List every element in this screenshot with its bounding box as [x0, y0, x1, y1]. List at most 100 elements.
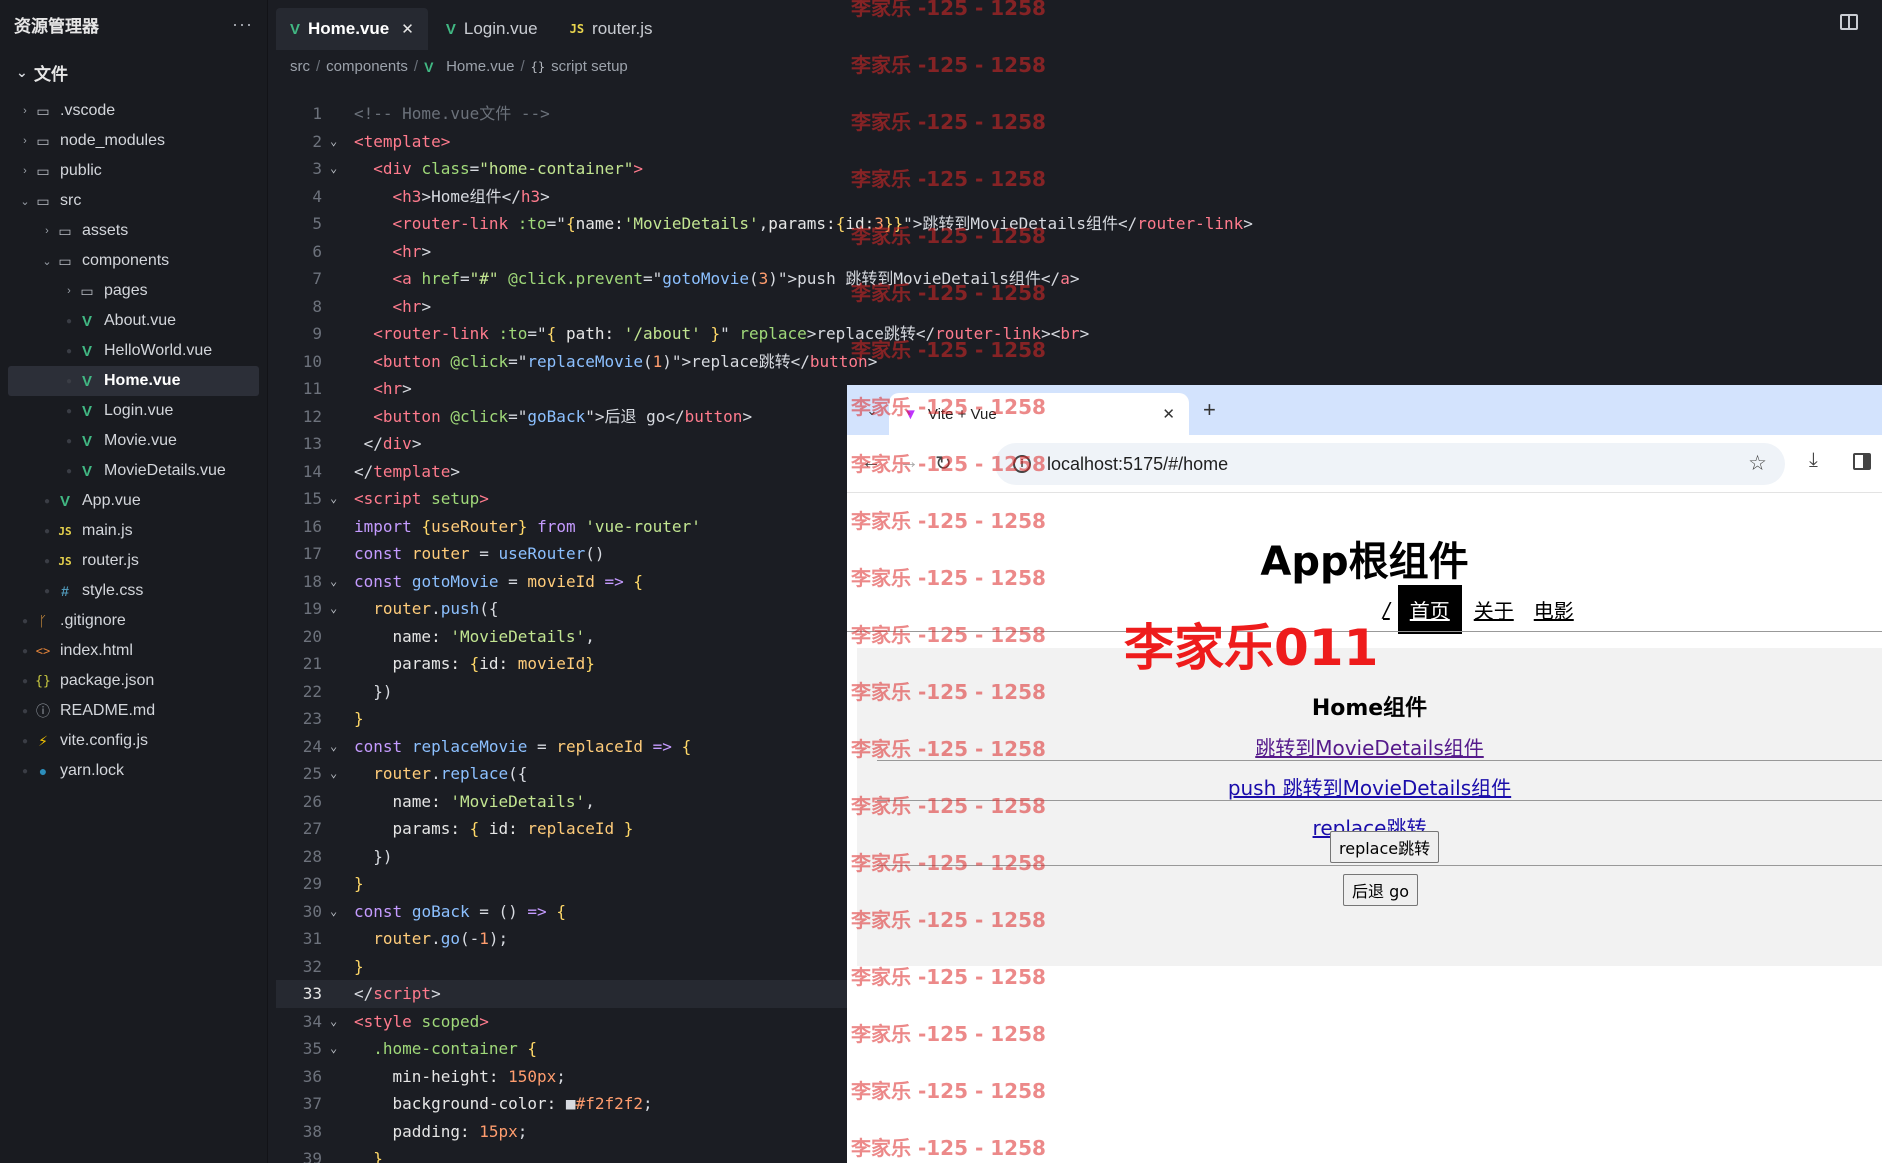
tree-item-public[interactable]: › ▭ public — [0, 156, 267, 186]
reload-icon[interactable]: ↻ — [935, 451, 952, 476]
explorer-title: 资源管理器 — [14, 16, 99, 36]
editor-tab-login-vue[interactable]: V Login.vue — [432, 8, 552, 50]
tree-item-gitignore[interactable]: ● ᚴ .gitignore — [0, 606, 267, 636]
breadcrumb-item[interactable]: Home.vue — [446, 58, 514, 75]
tab-search-icon[interactable]: ⌄ — [857, 397, 887, 425]
tree-item-label: .gitignore — [60, 612, 126, 629]
tab-close-icon[interactable]: ✕ — [401, 20, 414, 38]
tree-item-main-js[interactable]: ● JS main.js — [0, 516, 267, 546]
nav-link-home[interactable]: 首页 — [1397, 585, 1462, 634]
browser-tab-active[interactable]: ▼ Vite + Vue ✕ — [889, 393, 1189, 435]
nav-link-movie[interactable]: 电影 — [1534, 595, 1574, 624]
code-token: button — [809, 351, 868, 371]
tree-item-yarn-lock[interactable]: ● ● yarn.lock — [0, 756, 267, 786]
folder-icon: ▭ — [80, 282, 94, 299]
code-token: " — [720, 324, 740, 343]
code-line[interactable]: 2 ⌄ <template> — [276, 128, 1882, 156]
code-line[interactable]: 6 <hr> — [276, 238, 1882, 266]
tree-item-label: style.css — [82, 582, 144, 599]
tree-item-app-vue[interactable]: ● V App.vue — [0, 486, 267, 516]
code-token: > — [450, 461, 460, 481]
fold-chevron-icon[interactable]: ⌄ — [330, 733, 344, 761]
fold-chevron-icon[interactable]: ⌄ — [330, 128, 344, 156]
code-line[interactable]: 5 <router-link :to="{name:'MovieDetails'… — [276, 210, 1882, 238]
breadcrumb-item[interactable]: src — [290, 58, 310, 75]
side-panel-icon[interactable] — [1853, 453, 1871, 470]
tree-item-moviedetails-vue[interactable]: ● V MovieDetails.vue — [0, 456, 267, 486]
back-arrow-icon[interactable]: ← — [861, 451, 881, 474]
tree-item-style-css[interactable]: ● # style.css — [0, 576, 267, 606]
code-line[interactable]: 3 ⌄ <div class="home-container"> — [276, 155, 1882, 183]
code-line[interactable]: 8 <hr> — [276, 293, 1882, 321]
code-token: import — [354, 516, 412, 536]
code-token: => — [652, 736, 672, 756]
line-number: 14 — [302, 461, 322, 481]
editor-tab-router-js[interactable]: JS router.js — [556, 8, 667, 50]
tree-item-login-vue[interactable]: ● V Login.vue — [0, 396, 267, 426]
link-push-text[interactable]: push 跳转到MovieDetails组件 — [1228, 776, 1511, 800]
tree-item-readme-md[interactable]: ● ⓘ README.md — [0, 696, 267, 726]
tree-indent-dot-icon: ● — [43, 495, 51, 507]
editor-tab-strip: V Home.vue ✕ V Login.vue JS router.js — [276, 0, 1882, 50]
code-token: . — [431, 599, 441, 618]
nav-link-about[interactable]: 关于 — [1474, 595, 1514, 624]
code-token: ); — [488, 929, 509, 948]
fold-chevron-icon[interactable]: ⌄ — [330, 155, 344, 183]
fold-chevron-icon[interactable]: ⌄ — [330, 1035, 344, 1063]
download-icon[interactable]: ⤓ — [1809, 449, 1818, 472]
tree-item-about-vue[interactable]: ● V About.vue — [0, 306, 267, 336]
tree-item-components[interactable]: ⌄ ▭ components — [0, 246, 267, 276]
code-line[interactable]: 4 <h3>Home组件</h3> — [276, 183, 1882, 211]
more-actions-icon[interactable]: ··· — [232, 14, 253, 35]
link-movie-details-text[interactable]: 跳转到MovieDetails组件 — [1255, 736, 1484, 760]
code-line[interactable]: 10 <button @click="replaceMovie(1)">repl… — [276, 348, 1882, 376]
breadcrumb-item[interactable]: script setup — [551, 58, 628, 75]
bookmark-star-icon[interactable]: ☆ — [1748, 451, 1767, 476]
tree-item-movie-vue[interactable]: ● V Movie.vue — [0, 426, 267, 456]
fold-chevron-icon[interactable]: ⌄ — [330, 568, 344, 596]
breadcrumb-separator: / — [316, 58, 321, 75]
tree-item-pages[interactable]: › ▭ pages — [0, 276, 267, 306]
go-back-button[interactable]: 后退 go — [1343, 874, 1419, 906]
workspace-section-label: 文件 — [34, 64, 68, 84]
address-bar[interactable]: i localhost:5175/#/home ☆ — [995, 443, 1785, 485]
editor-tab-home-vue[interactable]: V Home.vue ✕ — [276, 8, 428, 50]
tree-item-vite-config-js[interactable]: ● ⚡ vite.config.js — [0, 726, 267, 756]
split-editor-icon[interactable] — [1840, 14, 1858, 30]
tree-item-assets[interactable]: › ▭ assets — [0, 216, 267, 246]
tree-item-src[interactable]: ⌄ ▭ src — [0, 186, 267, 216]
new-tab-button[interactable]: + — [1203, 397, 1216, 423]
fold-chevron-icon[interactable]: ⌄ — [330, 595, 344, 623]
nav-link-root[interactable]: / — [1383, 598, 1390, 622]
tree-item-helloworld-vue[interactable]: ● V HelloWorld.vue — [0, 336, 267, 366]
breadcrumb: src / components / V Home.vue / {} script setup — [290, 58, 628, 75]
workspace-section-header[interactable]: ⌄ 文件 — [0, 48, 267, 96]
code-text: router.push({ — [354, 595, 498, 623]
url-text[interactable]: localhost:5175/#/home — [1047, 454, 1228, 475]
breadcrumb-item[interactable]: components — [326, 58, 408, 75]
line-number: 8 — [312, 296, 322, 316]
site-info-icon[interactable]: i — [1013, 455, 1031, 473]
code-line[interactable]: 9 <router-link :to="{ path: '/about' }" … — [276, 320, 1882, 348]
fold-chevron-icon[interactable]: ⌄ — [330, 1008, 344, 1036]
fold-chevron-icon[interactable]: ⌄ — [330, 898, 344, 926]
tree-item-label: .vscode — [60, 102, 116, 119]
tree-item-router-js[interactable]: ● JS router.js — [0, 546, 267, 576]
tree-item-node-modules[interactable]: › ▭ node_modules — [0, 126, 267, 156]
tree-item-home-vue[interactable]: ● V Home.vue — [8, 366, 259, 396]
forward-arrow-icon[interactable]: → — [899, 451, 919, 474]
code-token: ( — [643, 351, 653, 371]
tab-close-icon[interactable]: ✕ — [1162, 405, 1175, 423]
tree-item-index-html[interactable]: ● <> index.html — [0, 636, 267, 666]
replace-button[interactable]: replace跳转 — [1330, 831, 1440, 863]
code-line[interactable]: 1 <!-- Home.vue文件 --> — [276, 100, 1882, 128]
tree-item-vscode[interactable]: › ▭ .vscode — [0, 96, 267, 126]
tree-item-package-json[interactable]: ● {} package.json — [0, 666, 267, 696]
fold-chevron-icon[interactable]: ⌄ — [330, 760, 344, 788]
tree-item-label: About.vue — [104, 312, 177, 329]
code-line[interactable]: 7 <a href="#" @click.prevent="gotoMovie(… — [276, 265, 1882, 293]
fold-chevron-icon[interactable]: ⌄ — [330, 485, 344, 513]
